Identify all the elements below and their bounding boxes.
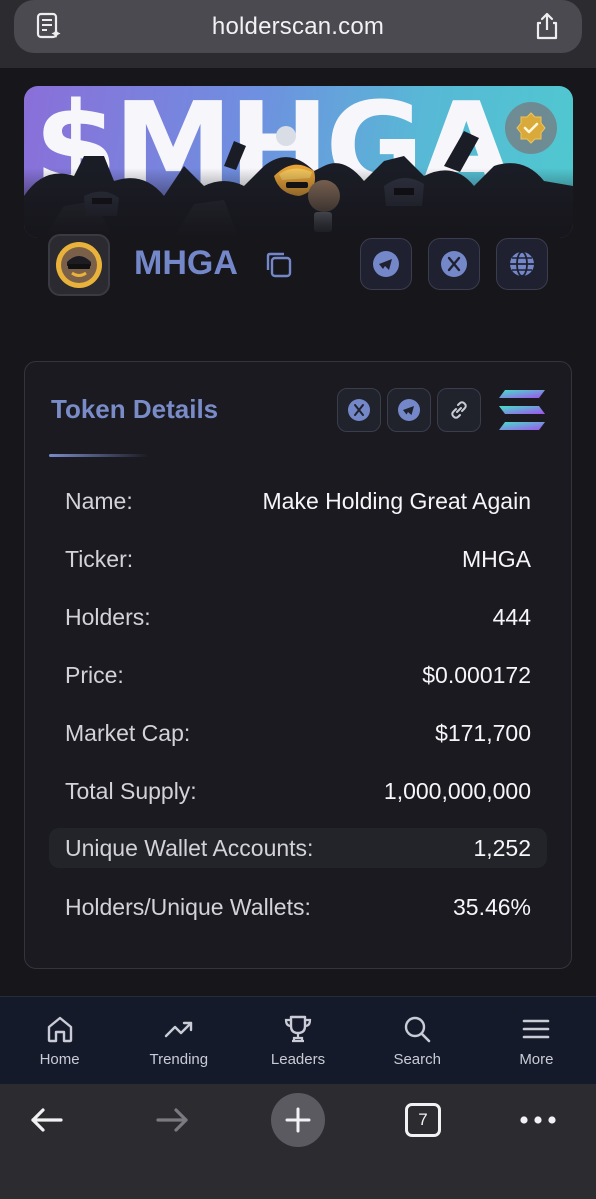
menu-icon: [523, 1019, 550, 1039]
arrow-left-icon: [31, 1108, 63, 1132]
url-text[interactable]: holderscan.com: [212, 13, 384, 41]
back-button[interactable]: [17, 1090, 77, 1150]
detail-value: $0.000172: [422, 661, 531, 688]
detail-label: Holders:: [65, 603, 151, 630]
website-button[interactable]: [496, 238, 548, 290]
detail-value: 1,000,000,000: [383, 777, 531, 804]
trophy-icon: [284, 1015, 312, 1043]
detail-value: 444: [492, 603, 531, 630]
arrow-right-icon: [156, 1108, 188, 1132]
detail-row-total-supply: Total Supply: 1,000,000,000: [49, 771, 547, 811]
detail-value: 35.46%: [452, 893, 531, 920]
browser-top-bar: holderscan.com: [0, 0, 596, 68]
token-logo-icon: [56, 242, 102, 288]
plus-icon: [285, 1107, 311, 1133]
telegram-button[interactable]: [360, 238, 412, 290]
x-icon: [441, 251, 467, 277]
nav-item-search[interactable]: Search: [358, 997, 477, 1084]
token-symbol: MHGA: [134, 244, 238, 282]
detail-row-unique-wallets: Unique Wallet Accounts: 1,252: [49, 828, 547, 868]
detail-row-market-cap: Market Cap: $171,700: [49, 713, 547, 753]
plus-circle: [271, 1093, 325, 1147]
detail-row-name: Name: Make Holding Great Again: [49, 481, 547, 521]
nav-item-home[interactable]: Home: [0, 997, 119, 1084]
share-icon[interactable]: [532, 11, 562, 41]
search-icon: [405, 1016, 431, 1043]
copy-icon[interactable]: [262, 248, 296, 282]
telegram-icon: [373, 251, 399, 277]
detail-row-holders: Holders: 444: [49, 597, 547, 637]
reader-mode-icon[interactable]: [34, 11, 64, 41]
token-header: MHGA: [24, 228, 573, 308]
detail-value: MHGA: [462, 545, 531, 572]
token-details-card: Token Details Name: Make Holding Great A…: [24, 361, 572, 969]
nav-item-trending[interactable]: Trending: [119, 997, 238, 1084]
detail-label: Unique Wallet Accounts:: [65, 834, 314, 861]
token-avatar: [48, 234, 110, 296]
page-content: $MHGA MHGA Token Details Name: Make Hold…: [0, 68, 596, 996]
telegram-icon: [398, 399, 420, 421]
tabs-button[interactable]: 7: [393, 1090, 453, 1150]
detail-row-price: Price: $0.000172: [49, 655, 547, 695]
card-link-button[interactable]: [437, 388, 481, 432]
detail-value: Make Holding Great Again: [262, 487, 532, 514]
detail-value: 1,252: [473, 834, 531, 861]
card-telegram-button[interactable]: [387, 388, 431, 432]
ellipsis-icon: [520, 1116, 556, 1124]
detail-label: Ticker:: [65, 545, 134, 572]
detail-label: Total Supply:: [65, 777, 197, 804]
x-icon: [348, 399, 370, 421]
globe-icon: [510, 251, 534, 277]
verified-badge: [505, 102, 557, 154]
browser-toolbar: 7: [0, 1084, 596, 1199]
bottom-navigation: Home Trending Leaders Search More: [0, 996, 596, 1084]
detail-label: Name:: [65, 487, 133, 514]
nav-label: More: [519, 1051, 554, 1068]
detail-label: Holders/Unique Wallets:: [65, 893, 311, 920]
card-title: Token Details: [51, 394, 219, 424]
trending-icon: [164, 1021, 192, 1038]
verified-icon: [516, 112, 546, 144]
home-icon: [47, 1016, 72, 1043]
detail-row-holders-ratio: Holders/Unique Wallets: 35.46%: [49, 887, 547, 927]
nav-label: Trending: [149, 1051, 209, 1068]
new-tab-button[interactable]: [268, 1090, 328, 1150]
forward-button[interactable]: [142, 1090, 202, 1150]
detail-row-ticker: Ticker: MHGA: [49, 539, 547, 579]
nav-item-more[interactable]: More: [477, 997, 596, 1084]
title-underline: [49, 454, 149, 457]
nav-label: Leaders: [270, 1051, 326, 1068]
detail-label: Price:: [65, 661, 124, 688]
card-x-button[interactable]: [337, 388, 381, 432]
link-icon: [451, 401, 467, 419]
nav-item-leaders[interactable]: Leaders: [238, 997, 357, 1084]
nav-label: Home: [39, 1051, 80, 1068]
detail-value: $171,700: [435, 719, 531, 746]
tabs-count: 7: [405, 1103, 441, 1137]
nav-label: Search: [393, 1051, 441, 1068]
token-banner: $MHGA: [24, 86, 573, 238]
detail-label: Market Cap:: [65, 719, 191, 746]
x-button[interactable]: [428, 238, 480, 290]
more-options-button[interactable]: [508, 1090, 568, 1150]
solana-logo-icon: [499, 390, 545, 430]
address-bar[interactable]: holderscan.com: [14, 0, 582, 53]
